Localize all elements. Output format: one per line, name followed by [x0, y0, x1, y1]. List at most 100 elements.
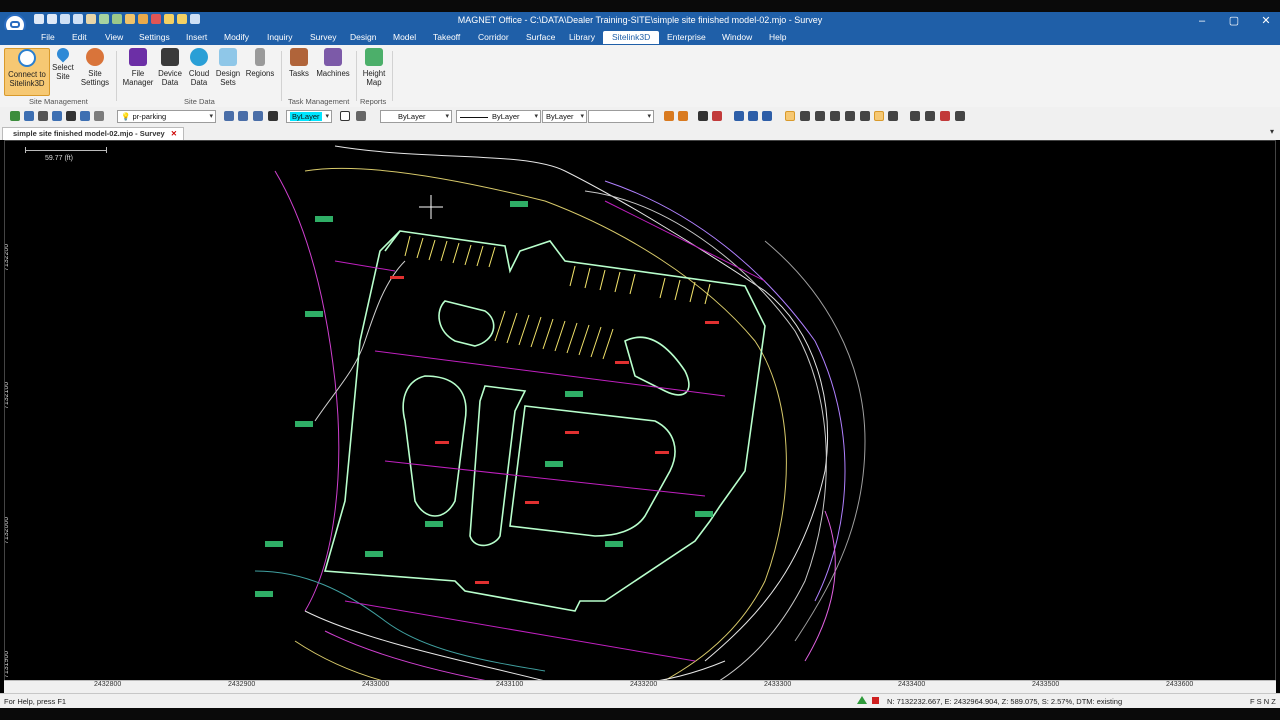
- close-button[interactable]: ✕: [1250, 13, 1280, 29]
- select-mode-icon[interactable]: [785, 111, 795, 121]
- menu-takeoff[interactable]: Takeoff: [431, 31, 462, 44]
- gear-pin-icon: [86, 48, 104, 66]
- document-tab-strip: simple site finished model-02.mjo - Surv…: [0, 127, 1280, 140]
- x-axis-tick: 2433500: [1032, 681, 1060, 688]
- regions-button[interactable]: Regions: [244, 48, 276, 78]
- screen-top-strip: [0, 0, 1280, 12]
- profile-icon[interactable]: [910, 111, 920, 121]
- trend-icon[interactable]: [940, 111, 950, 121]
- window-icon[interactable]: [762, 111, 772, 121]
- x-axis-tick: 2432800: [94, 681, 122, 688]
- layer-edit-icon[interactable]: [94, 111, 104, 121]
- menu-design[interactable]: Design: [348, 31, 378, 44]
- tasks-button[interactable]: Tasks: [286, 48, 312, 78]
- point-edit-icon[interactable]: [712, 111, 722, 121]
- linetype-combo[interactable]: ByLayer ▾: [380, 110, 452, 123]
- angle-icon[interactable]: [860, 111, 870, 121]
- group-task-management: Task Management: [288, 97, 350, 106]
- lineweight2-combo[interactable]: ByLayer ▾: [542, 110, 587, 123]
- device-icon: [161, 48, 179, 66]
- window-title: MAGNET Office - C:\DATA\Dealer Training-…: [457, 15, 823, 25]
- breakline: [344, 600, 696, 662]
- menu-insert[interactable]: Insert: [184, 31, 209, 44]
- breakline: [604, 200, 766, 282]
- grid-snap-icon[interactable]: [888, 111, 898, 121]
- next-layer-icon[interactable]: [238, 111, 248, 121]
- circle-icon[interactable]: [845, 111, 855, 121]
- layers-icon: [219, 48, 237, 66]
- cloud-data-button[interactable]: Cloud Data: [186, 48, 212, 87]
- menu-survey[interactable]: Survey: [308, 31, 338, 44]
- snap-on-icon[interactable]: [874, 111, 884, 121]
- machines-button[interactable]: Machines: [314, 48, 352, 78]
- grid-icon[interactable]: [24, 111, 34, 121]
- menu-library[interactable]: Library: [567, 31, 597, 44]
- menu-surface[interactable]: Surface: [524, 31, 557, 44]
- maximize-button[interactable]: ▢: [1218, 13, 1250, 29]
- menu-corridor[interactable]: Corridor: [476, 31, 511, 44]
- group-divider: [356, 51, 357, 101]
- polyline-icon[interactable]: [830, 111, 840, 121]
- layer-manager-icon[interactable]: [52, 111, 62, 121]
- site-settings-button[interactable]: Site Settings: [79, 48, 111, 87]
- height-map-button[interactable]: Height Map: [360, 48, 388, 87]
- menu-enterprise[interactable]: Enterprise: [665, 31, 708, 44]
- point-icon[interactable]: [698, 111, 708, 121]
- minimize-button[interactable]: –: [1186, 13, 1218, 29]
- layer-combo[interactable]: 💡 pr-parking ▾: [117, 110, 216, 123]
- previous-layer-icon[interactable]: [224, 111, 234, 121]
- color-combo[interactable]: ByLayer ▾: [286, 110, 332, 123]
- tool-icon[interactable]: [66, 111, 76, 121]
- drawing-canvas[interactable]: 59.77 (ft) 7132200 7132100 7132000 71319…: [4, 140, 1276, 693]
- table-icon[interactable]: [38, 111, 48, 121]
- tab-list-dropdown-icon[interactable]: ▾: [1270, 127, 1274, 136]
- match-layer-icon[interactable]: [268, 111, 278, 121]
- tasks-icon: [290, 48, 308, 66]
- linetype-icon[interactable]: [356, 111, 366, 121]
- menu-model[interactable]: Model: [391, 31, 418, 44]
- menu-edit[interactable]: Edit: [70, 31, 89, 44]
- layer-state-icon[interactable]: [253, 111, 263, 121]
- snap-icon[interactable]: [664, 111, 674, 121]
- x-axis-tick: 2433100: [496, 681, 524, 688]
- menu-help[interactable]: Help: [767, 31, 788, 44]
- close-tab-icon[interactable]: ✕: [171, 129, 177, 138]
- design-sets-button[interactable]: Design Sets: [214, 48, 242, 87]
- document-tab[interactable]: simple site finished model-02.mjo - Surv…: [2, 127, 185, 140]
- menu-view[interactable]: View: [103, 31, 125, 44]
- screen-bottom-strip: [0, 708, 1280, 720]
- line-icon[interactable]: [800, 111, 810, 121]
- menu-modify[interactable]: Modify: [222, 31, 251, 44]
- cross-icon[interactable]: [815, 111, 825, 121]
- view-icon[interactable]: [748, 111, 758, 121]
- plus-icon[interactable]: [340, 111, 350, 121]
- properties-icon[interactable]: [80, 111, 90, 121]
- extra-combo[interactable]: ▾: [588, 110, 654, 123]
- x-axis-ruler: 2432800 2432900 2433000 2433100 2433200 …: [4, 680, 1276, 693]
- lineweight-combo[interactable]: ByLayer ▾: [456, 110, 541, 123]
- device-data-button[interactable]: Device Data: [157, 48, 183, 87]
- menu-sitelink3d[interactable]: Sitelink3D: [603, 31, 660, 44]
- connect-sitelink3d-button[interactable]: Connect to Sitelink3D: [4, 48, 50, 96]
- select-site-button[interactable]: Select Site: [50, 45, 76, 81]
- folder-icon: [129, 48, 147, 66]
- contour-line: [304, 167, 787, 692]
- group-site-data: Site Data: [184, 97, 215, 106]
- mode-flags: F S N Z: [1250, 697, 1276, 706]
- edit-trend-icon[interactable]: [955, 111, 965, 121]
- island-outline: [438, 300, 495, 347]
- file-manager-button[interactable]: File Manager: [120, 48, 156, 87]
- menu-file[interactable]: File: [39, 31, 57, 44]
- gps-status-icon: [857, 696, 867, 704]
- building-icon[interactable]: [734, 111, 744, 121]
- status-bar: For Help, press F1 N: 7132232.667, E: 24…: [0, 693, 1280, 708]
- group-divider: [281, 51, 282, 101]
- snap-settings-icon[interactable]: [678, 111, 688, 121]
- menu-settings[interactable]: Settings: [137, 31, 172, 44]
- menu-inquiry[interactable]: Inquiry: [265, 31, 295, 44]
- island-outline: [624, 336, 690, 396]
- profile-edit-icon[interactable]: [925, 111, 935, 121]
- refresh-icon[interactable]: [10, 111, 20, 121]
- menu-window[interactable]: Window: [720, 31, 754, 44]
- curb-line: [323, 230, 766, 612]
